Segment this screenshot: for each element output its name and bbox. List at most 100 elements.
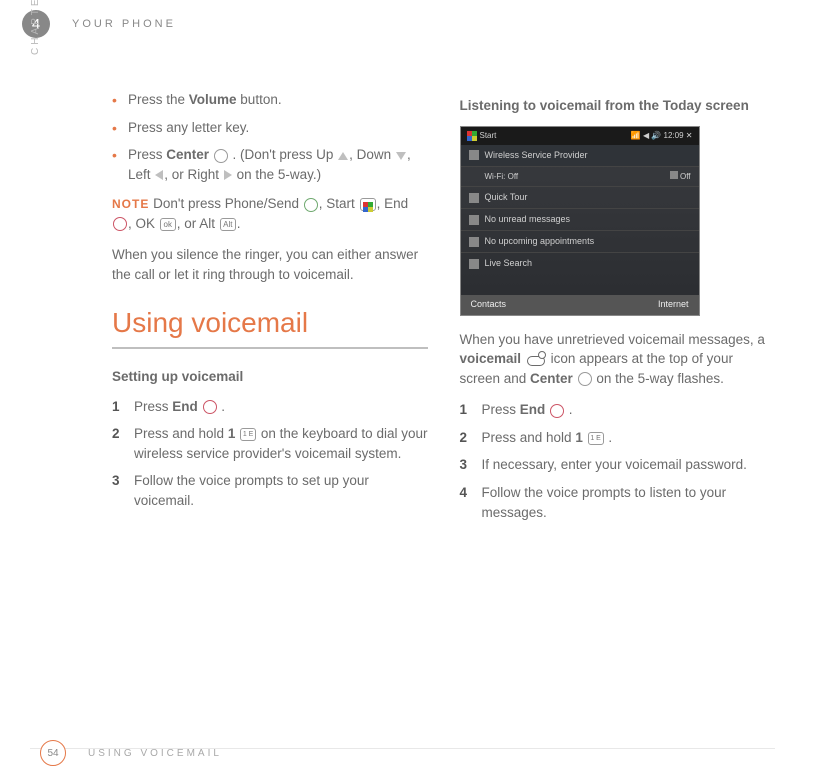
step-item: Press End . — [112, 397, 428, 417]
text: When you have unretrieved voicemail mess… — [460, 332, 765, 347]
text: Off — [680, 172, 691, 181]
text: Press and hold — [134, 426, 228, 441]
steps-list: Press End . Press and hold 1 1 E . If ne… — [460, 400, 776, 522]
bold-text: 1 — [575, 430, 583, 445]
left-arrow-icon — [155, 170, 163, 180]
step-item: If necessary, enter your voicemail passw… — [460, 455, 776, 475]
windows-flag-icon — [363, 202, 373, 212]
text: Press the — [128, 92, 189, 107]
text: Wireless Service Provider — [485, 149, 691, 162]
step-item: Follow the voice prompts to set up your … — [112, 471, 428, 510]
screenshot-row: No unread messages — [461, 209, 699, 231]
center-button-icon — [578, 372, 592, 386]
up-arrow-icon — [338, 152, 348, 160]
text: . — [237, 216, 241, 231]
section-divider — [112, 347, 428, 349]
windows-flag-icon — [467, 131, 477, 141]
screenshot-softkeys: Contacts Internet — [461, 295, 699, 315]
start-key-icon — [360, 198, 376, 211]
left-column: Press the Volume button. Press any lette… — [112, 90, 428, 530]
screenshot-start-label: Start — [467, 130, 497, 142]
text: Press any letter key. — [128, 120, 249, 135]
screenshot-status-icons: 📶 ◀ 🔊 12:09 ✕ — [631, 130, 693, 142]
page-header: 4 YOUR PHONE — [0, 10, 825, 38]
text: , or Right — [164, 167, 223, 182]
text: , or Alt — [177, 216, 219, 231]
text: . — [605, 430, 613, 445]
one-key-icon: 1 E — [588, 432, 604, 445]
today-screen-screenshot: Start 📶 ◀ 🔊 12:09 ✕ Wireless Service Pro… — [460, 126, 700, 316]
right-arrow-icon — [224, 170, 232, 180]
one-key-icon: 1 E — [240, 428, 256, 441]
text: , Down — [349, 147, 395, 162]
text: Press — [482, 402, 520, 417]
softkey-left: Contacts — [471, 298, 507, 311]
bt-icon — [670, 171, 678, 179]
content-columns: Press the Volume button. Press any lette… — [112, 90, 775, 530]
text: Wi-Fi: Off — [485, 171, 519, 183]
page-footer: 54 USING VOICEMAIL — [0, 740, 825, 766]
chapter-title: YOUR PHONE — [72, 18, 176, 30]
footer-title: USING VOICEMAIL — [88, 748, 222, 759]
text: , OK — [128, 216, 159, 231]
screenshot-row: No upcoming appointments — [461, 231, 699, 253]
text: , End — [377, 196, 409, 211]
alt-key-icon: Alt — [220, 218, 236, 231]
screenshot-topbar: Start 📶 ◀ 🔊 12:09 ✕ — [461, 127, 699, 145]
text: No unread messages — [485, 213, 571, 226]
silence-paragraph: When you silence the ringer, you can eit… — [112, 245, 428, 284]
screenshot-body: Wireless Service Provider Wi-Fi: Off Off… — [461, 145, 699, 295]
step-item: Press and hold 1 1 E on the keyboard to … — [112, 424, 428, 463]
screenshot-row: Wi-Fi: Off Off — [461, 167, 699, 188]
bullet-item: Press the Volume button. — [112, 90, 428, 110]
step-item: Press End . — [460, 400, 776, 420]
chapter-sidebar-label: CHAPTER — [30, 0, 41, 55]
screenshot-row: Live Search — [461, 253, 699, 274]
search-icon — [469, 259, 479, 269]
bold-text: voicemail — [460, 351, 522, 366]
section-heading: Using voicemail — [112, 303, 428, 344]
right-column: Listening to voicemail from the Today sc… — [460, 90, 776, 530]
sub-heading: Setting up voicemail — [112, 367, 428, 387]
bold-text: Volume — [189, 92, 237, 107]
sub-heading: Listening to voicemail from the Today sc… — [460, 96, 776, 116]
unretrieved-paragraph: When you have unretrieved voicemail mess… — [460, 330, 776, 389]
text: Press — [128, 147, 166, 162]
softkey-right: Internet — [658, 298, 689, 311]
phone-send-icon — [304, 198, 318, 212]
bold-text: 1 — [228, 426, 236, 441]
tour-icon — [469, 193, 479, 203]
bullet-item: Press any letter key. — [112, 118, 428, 138]
text: . — [218, 399, 226, 414]
bold-text: End — [172, 399, 198, 414]
text: Quick Tour — [485, 191, 528, 204]
end-key-icon — [113, 217, 127, 231]
bullet-list: Press the Volume button. Press any lette… — [112, 90, 428, 184]
bold-text: Center — [530, 371, 573, 386]
end-key-icon — [550, 404, 564, 418]
text: Live Search — [485, 257, 533, 270]
calendar-icon — [469, 237, 479, 247]
note-label: NOTE — [112, 197, 149, 211]
bold-text: End — [520, 402, 546, 417]
ok-key-icon: ok — [160, 218, 176, 231]
note-paragraph: NOTE Don't press Phone/Send , Start , En… — [112, 194, 428, 233]
text: on the 5-way flashes. — [596, 371, 724, 386]
bold-text: Center — [166, 147, 209, 162]
step-item: Follow the voice prompts to listen to yo… — [460, 483, 776, 522]
bullet-item: Press Center . (Don't press Up , Down , … — [112, 145, 428, 184]
mail-icon — [469, 215, 479, 225]
signal-icon — [469, 150, 479, 160]
text: . (Don't press Up — [229, 147, 337, 162]
center-button-icon — [214, 149, 228, 163]
steps-list: Press End . Press and hold 1 1 E on the … — [112, 397, 428, 511]
down-arrow-icon — [396, 152, 406, 160]
screenshot-row: Wireless Service Provider — [461, 145, 699, 167]
step-item: Press and hold 1 1 E . — [460, 428, 776, 448]
text: Press and hold — [482, 430, 576, 445]
end-key-icon — [203, 400, 217, 414]
text: Press — [134, 399, 172, 414]
voicemail-icon — [527, 353, 545, 367]
text: on the 5-way.) — [233, 167, 321, 182]
text: , Start — [319, 196, 359, 211]
